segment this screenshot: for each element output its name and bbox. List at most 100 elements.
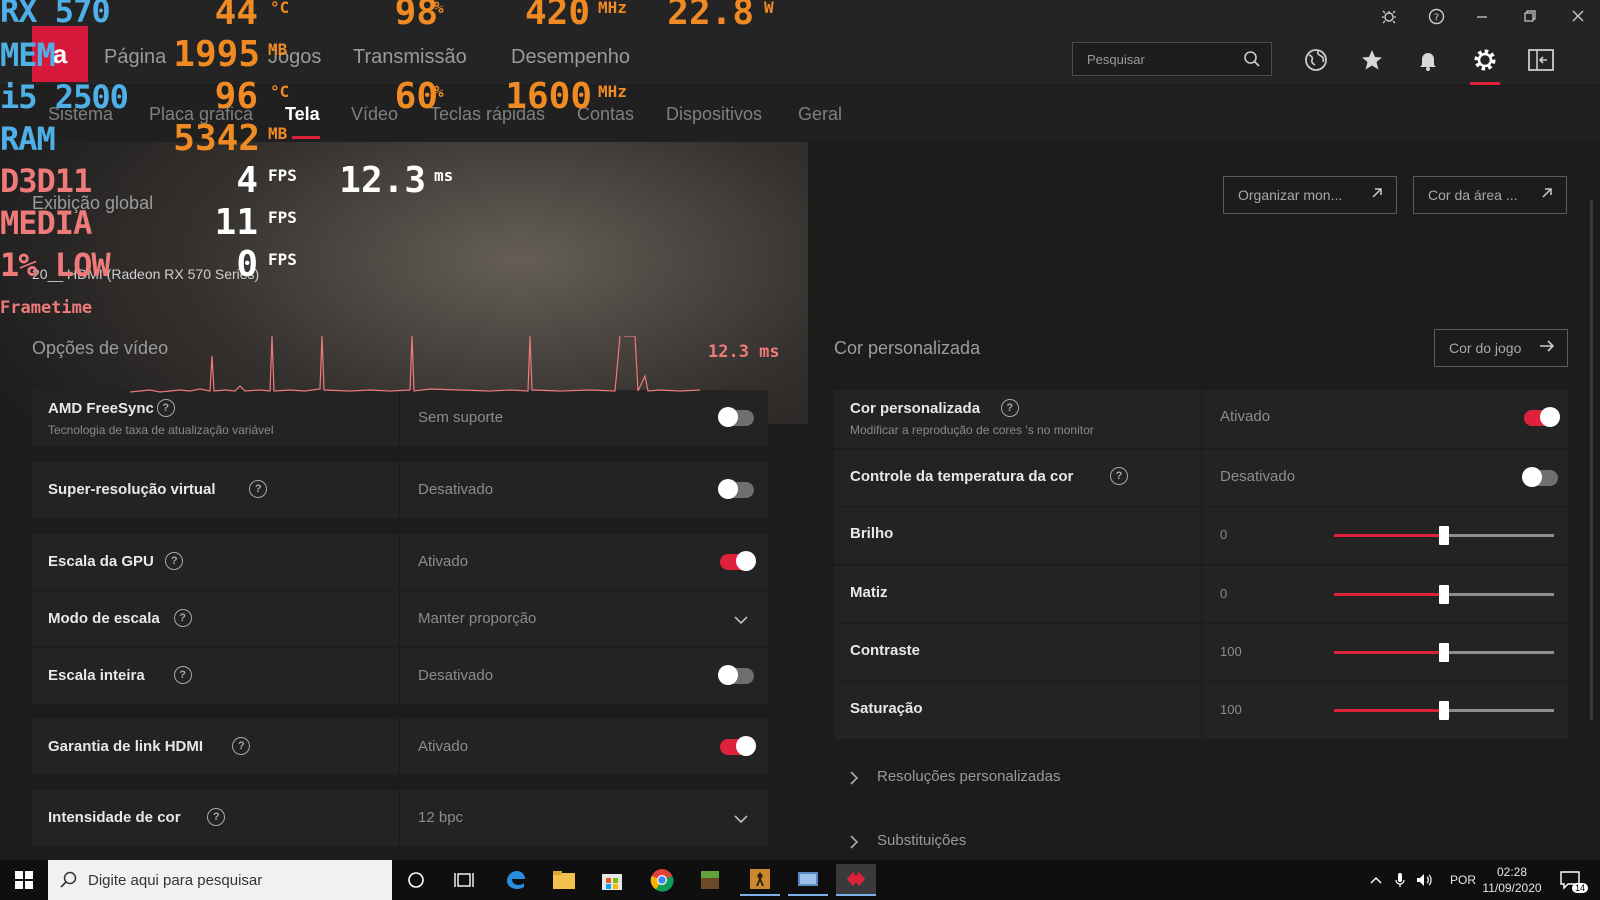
osd-gpu-usage: 98	[394, 0, 438, 33]
notification-count: 14	[1571, 883, 1588, 893]
slider-thumb[interactable]	[1439, 701, 1449, 720]
toggle-switch[interactable]	[720, 551, 756, 571]
slider-thumb[interactable]	[1439, 526, 1449, 545]
minimize-icon[interactable]	[1465, 3, 1499, 29]
toggle-knob	[718, 665, 738, 685]
toggle-knob	[736, 551, 756, 571]
language-indicator[interactable]: POR	[1450, 860, 1476, 900]
edge-icon[interactable]	[496, 864, 536, 896]
row-value: Desativado	[418, 667, 494, 684]
scrollbar[interactable]	[1590, 200, 1593, 720]
minecraft-icon[interactable]	[690, 864, 730, 896]
cortana-icon[interactable]	[396, 864, 436, 896]
row-value: 0	[1220, 586, 1228, 601]
tab-general[interactable]: Geral	[798, 104, 842, 125]
search-icon[interactable]	[1243, 50, 1261, 73]
close-icon[interactable]	[1561, 3, 1595, 29]
slider-fill	[1334, 593, 1444, 596]
microphone-icon[interactable]	[1388, 864, 1412, 896]
row-value: 0	[1220, 527, 1228, 542]
row-label-cell	[834, 390, 1202, 448]
toggle-knob	[718, 479, 738, 499]
slider-thumb[interactable]	[1439, 643, 1449, 662]
amd-radeon-taskbar-icon[interactable]	[836, 864, 876, 896]
nav-home[interactable]: Página	[104, 46, 166, 69]
globe-icon[interactable]	[1301, 45, 1331, 75]
osd-cpu-clock: 1600	[505, 76, 592, 117]
toggle-switch[interactable]	[720, 736, 756, 756]
osd-frametime-ms-unit: ms	[434, 166, 454, 185]
organize-monitors-label: Organizar mon...	[1238, 187, 1343, 203]
chevron-up-icon[interactable]	[1364, 864, 1388, 896]
tab-display[interactable]: Tela	[285, 104, 320, 125]
osd-cpu-temp: 96	[214, 76, 258, 117]
star-icon[interactable]	[1357, 45, 1387, 75]
video-option-row: Escala inteira? Desativado	[32, 648, 768, 704]
clock[interactable]: 02:28 11/09/2020	[1482, 860, 1542, 900]
search-input[interactable]	[1073, 43, 1233, 75]
store-icon[interactable]	[592, 864, 632, 896]
counter-strike-icon[interactable]	[740, 864, 780, 896]
game-color-button[interactable]: Cor do jogo	[1434, 329, 1568, 367]
toggle-switch[interactable]	[1522, 467, 1558, 487]
osd-gpu-clock: 420	[524, 0, 590, 33]
chevron-down-icon[interactable]	[734, 814, 748, 824]
tab-devices[interactable]: Dispositivos	[666, 104, 762, 125]
clock-date: 11/09/2020	[1482, 881, 1542, 895]
slider-thumb[interactable]	[1439, 585, 1449, 604]
row-value: Ativado	[418, 553, 469, 570]
taskbar-search-input[interactable]: Digite aqui para pesquisar	[48, 860, 392, 900]
osd-fps: 4	[236, 160, 258, 201]
help-icon[interactable]: ?	[173, 666, 192, 684]
help-icon[interactable]: ?	[1000, 399, 1019, 417]
file-explorer-icon[interactable]	[544, 864, 584, 896]
toggle-switch[interactable]	[718, 665, 754, 685]
nav-streaming[interactable]: Transmissão	[353, 46, 467, 69]
slider-track[interactable]	[1334, 585, 1554, 604]
help-icon[interactable]: ?	[1110, 467, 1128, 485]
help-icon[interactable]: ?	[156, 399, 175, 417]
slider-track[interactable]	[1334, 526, 1554, 545]
toggle-switch[interactable]	[718, 479, 754, 499]
osd-gpu-label: RX 570	[0, 0, 111, 30]
slider-track[interactable]	[1334, 643, 1554, 662]
windows-start-icon[interactable]	[4, 864, 44, 896]
osd-cpu-clock-unit: MHz	[598, 82, 627, 101]
osd-ram-value: 5342	[173, 118, 260, 159]
task-view-icon[interactable]	[444, 864, 484, 896]
toggle-knob	[736, 736, 756, 756]
notifications-icon[interactable]: 14	[1552, 864, 1592, 896]
slider-track[interactable]	[1334, 701, 1554, 720]
organize-monitors-button[interactable]: Organizar mon...	[1223, 176, 1397, 214]
nav-performance[interactable]: Desempenho	[511, 46, 630, 69]
toggle-knob	[1540, 407, 1560, 427]
row-value: Desativado	[1220, 468, 1296, 485]
osd-avg-fps: 11	[214, 202, 258, 243]
desktop-color-button[interactable]: Cor da área ...	[1413, 176, 1567, 214]
help-icon[interactable]: ?	[173, 609, 192, 627]
restore-icon[interactable]	[1513, 3, 1547, 29]
toggle-knob	[718, 407, 738, 427]
bug-icon[interactable]	[1372, 3, 1406, 29]
toggle-switch[interactable]	[1524, 407, 1560, 427]
help-icon[interactable]: ?	[1419, 3, 1453, 29]
toggle-switch[interactable]	[718, 407, 754, 427]
chrome-icon[interactable]	[642, 864, 682, 896]
custom-color-title: Cor personalizada	[834, 338, 981, 358]
svg-text:?: ?	[1433, 12, 1438, 23]
afterburner-icon[interactable]	[788, 864, 828, 896]
video-option-row: Super-resolução virtual? Desativado	[32, 462, 768, 518]
osd-d3d-label: D3D11	[0, 162, 92, 200]
custom-color-row: Matiz 0	[834, 566, 1568, 623]
taskbar-search-placeholder: Digite aqui para pesquisar	[88, 871, 263, 889]
osd-cpu-usage-unit: %	[434, 82, 444, 101]
volume-icon[interactable]	[1412, 864, 1438, 896]
sidebar-toggle-icon[interactable]	[1526, 45, 1556, 75]
row-value: Sem suporte	[418, 409, 504, 426]
search-box[interactable]	[1072, 42, 1272, 76]
chevron-down-icon[interactable]	[734, 615, 748, 625]
row-label: Cor personalizada	[850, 400, 981, 417]
custom-color-row: Contraste 100	[834, 624, 1568, 681]
bell-icon[interactable]	[1413, 45, 1443, 75]
gear-icon[interactable]	[1470, 45, 1500, 75]
